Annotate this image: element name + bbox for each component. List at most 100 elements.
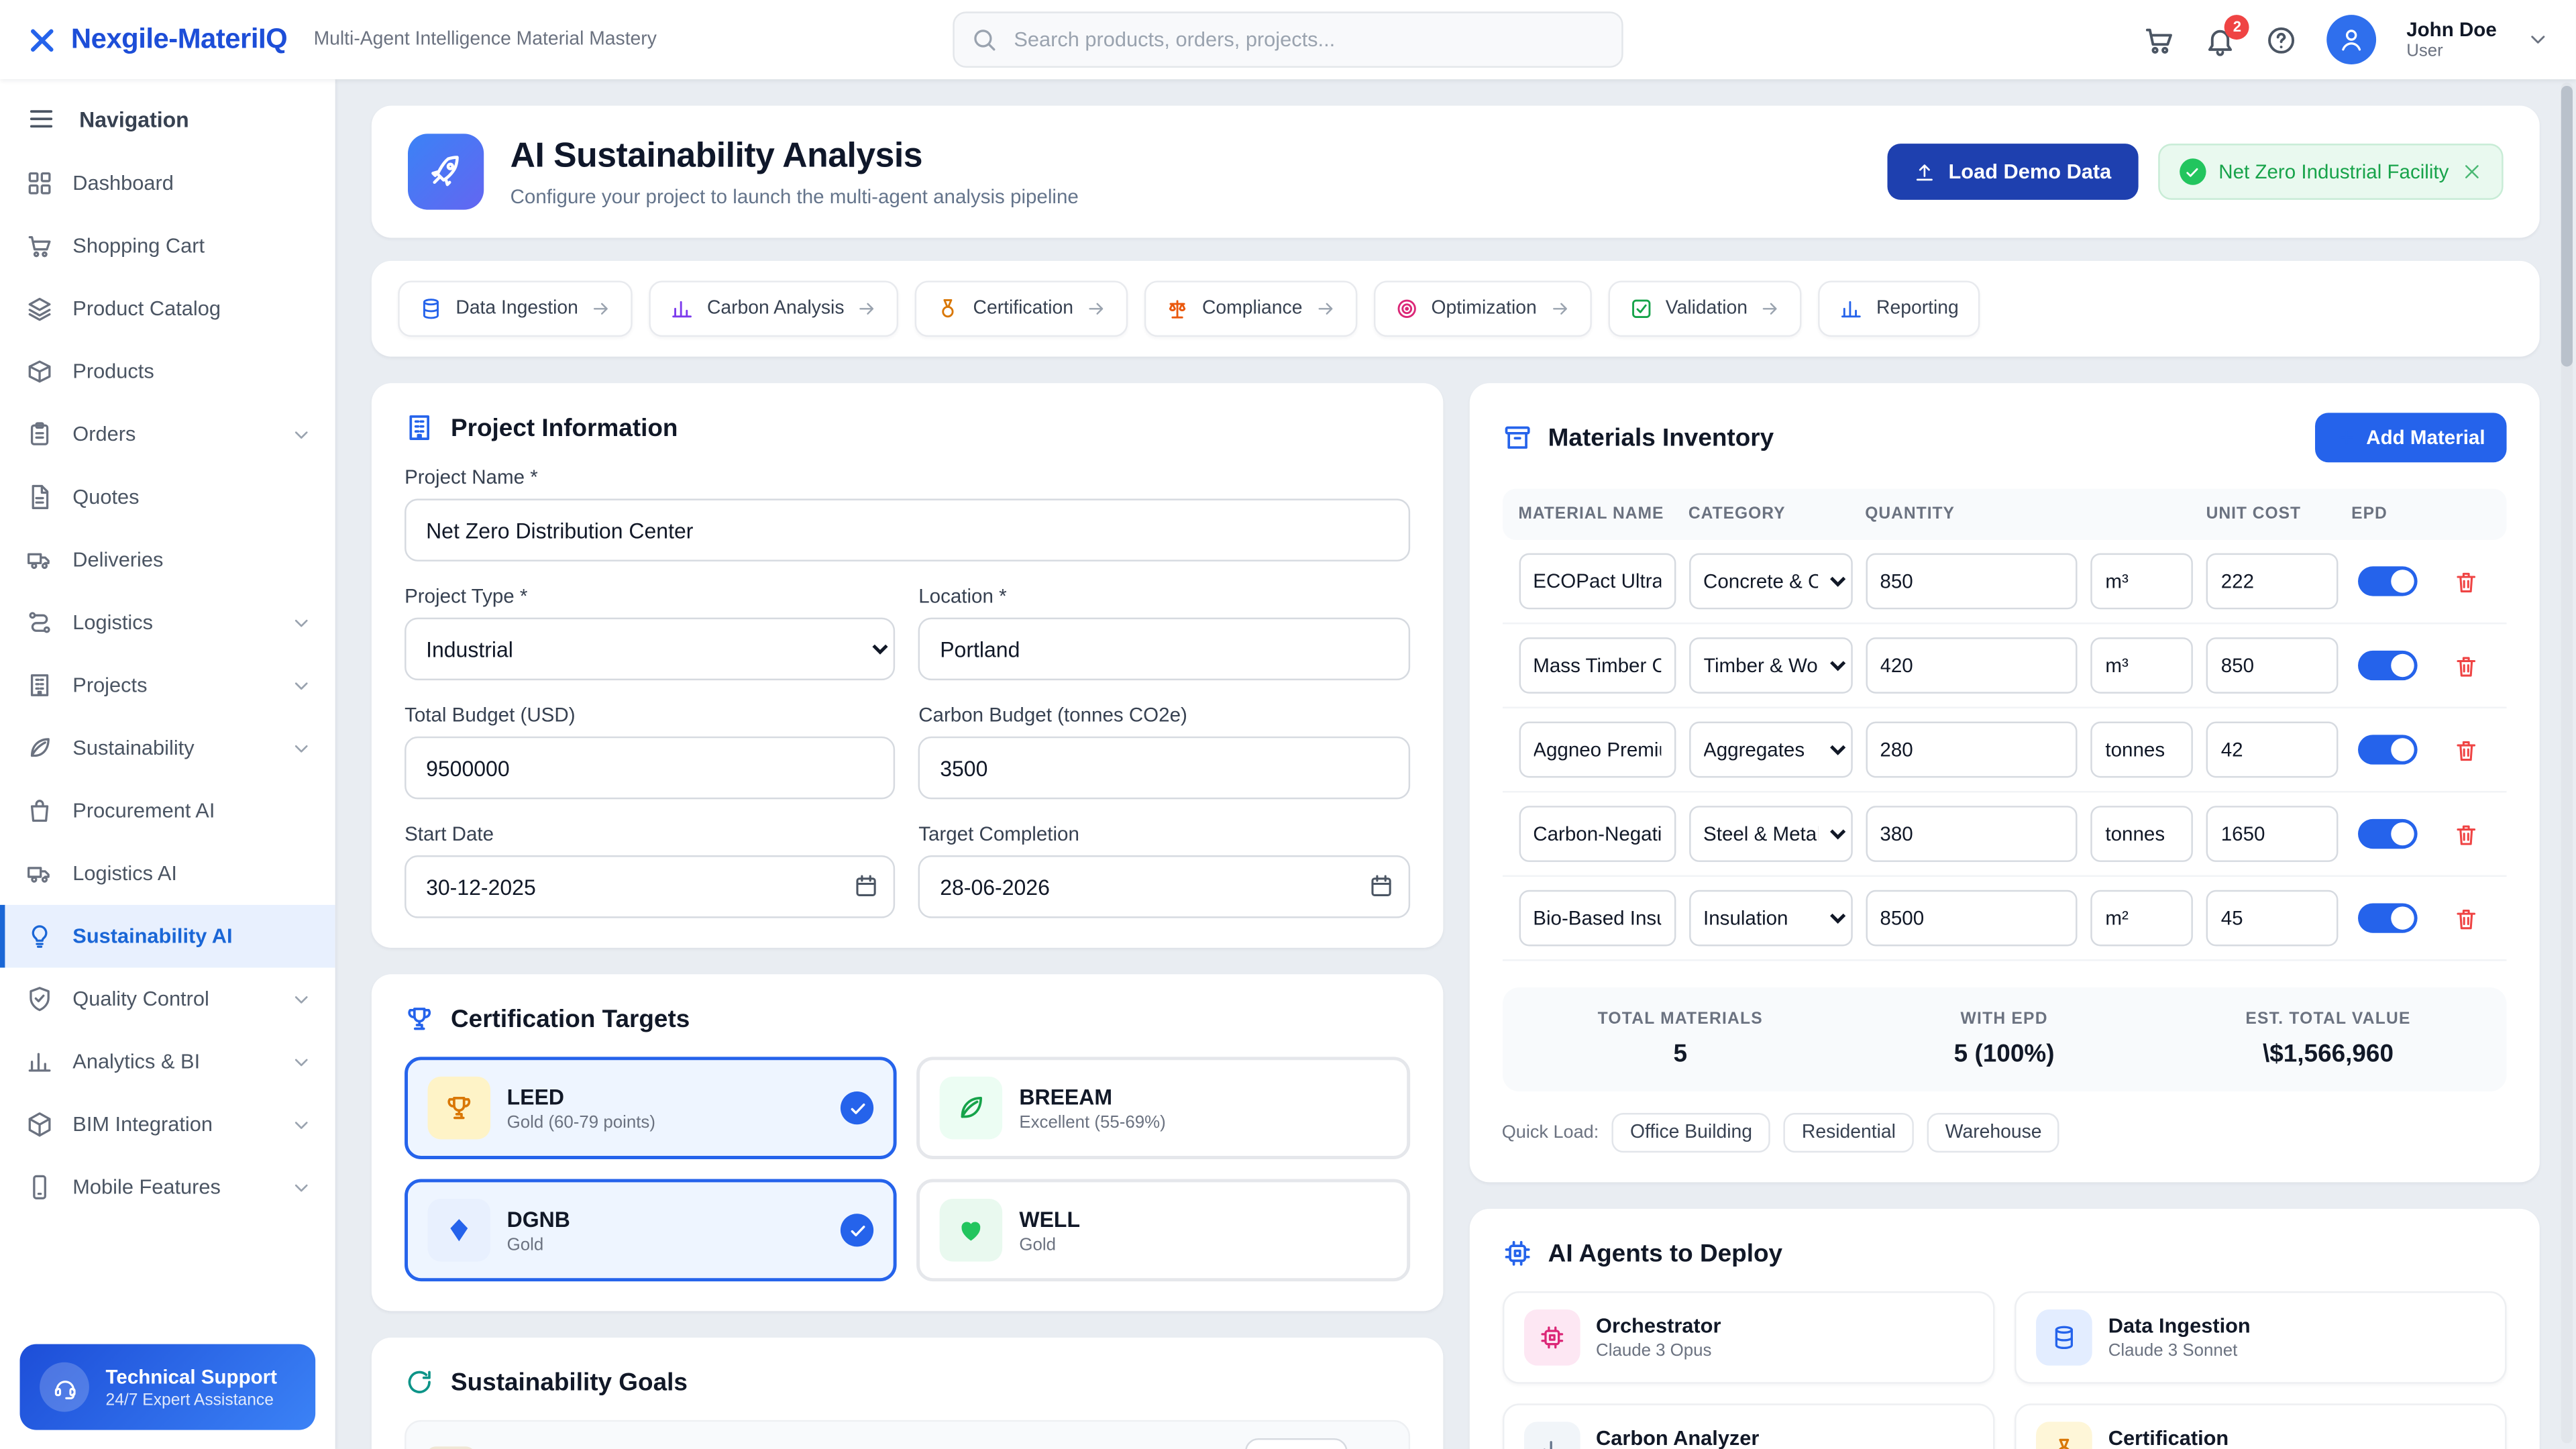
trash-icon[interactable] — [2454, 822, 2479, 847]
sidebar-item-quotes[interactable]: Quotes — [0, 466, 335, 529]
scrollbar-thumb[interactable] — [2561, 86, 2573, 366]
pipeline-step-carbon-analysis[interactable]: Carbon Analysis — [649, 280, 899, 337]
material-quantity-input[interactable] — [1865, 722, 2077, 778]
help-button[interactable] — [2266, 24, 2298, 56]
agent-certification[interactable]: Certification Claude 3 Opus — [2014, 1403, 2506, 1449]
goal-value-input[interactable] — [1245, 1438, 1348, 1449]
epd-toggle[interactable] — [2358, 735, 2418, 764]
material-category-select[interactable]: Aggregates — [1688, 722, 1852, 778]
material-category-select[interactable]: Steel & Metals — [1688, 806, 1852, 862]
material-quantity-input[interactable] — [1865, 553, 2077, 610]
pipeline-step-optimization[interactable]: Optimization — [1373, 280, 1591, 337]
sidebar-item-sustainability-ai[interactable]: Sustainability AI — [0, 905, 335, 968]
quick-load-office-building[interactable]: Office Building — [1612, 1113, 1770, 1152]
sidebar-item-mobile-features[interactable]: Mobile Features — [0, 1156, 335, 1219]
notifications-button[interactable]: 2 — [2205, 24, 2237, 56]
material-name-input[interactable] — [1518, 637, 1675, 694]
user-info[interactable]: John Doe User — [2406, 18, 2497, 62]
load-demo-data-button[interactable]: Load Demo Data — [1887, 144, 2137, 200]
carbon-budget-input[interactable] — [918, 737, 1409, 800]
material-name-input[interactable] — [1518, 722, 1675, 778]
pipeline-step-compliance[interactable]: Compliance — [1144, 280, 1357, 337]
agent-orchestrator[interactable]: Orchestrator Claude 3 Opus — [1502, 1291, 1994, 1384]
project-name-input[interactable] — [405, 498, 1409, 561]
calendar-icon[interactable] — [854, 873, 879, 898]
pipeline-step-validation[interactable]: Validation — [1608, 280, 1803, 337]
add-material-button[interactable]: Add Material — [2315, 413, 2507, 462]
quick-load-residential[interactable]: Residential — [1784, 1113, 1914, 1152]
check-square-icon — [1629, 297, 1652, 320]
sidebar-item-orders[interactable]: Orders — [0, 403, 335, 466]
location-input[interactable] — [918, 618, 1409, 681]
technical-support-card[interactable]: Technical Support 24/7 Expert Assistance — [20, 1344, 316, 1430]
trash-icon[interactable] — [2454, 653, 2479, 678]
cert-option-dgnb[interactable]: DGNB Gold — [405, 1179, 897, 1282]
epd-toggle[interactable] — [2358, 903, 2418, 932]
material-category-select[interactable]: Concrete & Ce — [1688, 553, 1852, 610]
start-date-input[interactable] — [405, 855, 896, 918]
pipeline-step-data-ingestion[interactable]: Data Ingestion — [398, 280, 633, 337]
sidebar-item-shopping-cart[interactable]: Shopping Cart — [0, 215, 335, 278]
material-unit-input[interactable] — [2090, 553, 2193, 610]
menu-icon[interactable] — [26, 104, 56, 133]
material-unitcost-input[interactable] — [2206, 553, 2339, 610]
sidebar-item-projects[interactable]: Projects — [0, 654, 335, 717]
sidebar-item-dashboard[interactable]: Dashboard — [0, 152, 335, 215]
cart-button[interactable] — [2144, 24, 2176, 56]
trash-icon[interactable] — [2454, 737, 2479, 762]
epd-toggle[interactable] — [2358, 819, 2418, 849]
material-unitcost-input[interactable] — [2206, 722, 2339, 778]
sidebar-item-sustainability[interactable]: Sustainability — [0, 716, 335, 780]
close-icon[interactable] — [2462, 162, 2482, 182]
material-category-select[interactable]: Timber & Woo — [1688, 637, 1852, 694]
chevron-down-icon[interactable] — [2526, 28, 2549, 51]
quick-load-warehouse[interactable]: Warehouse — [1927, 1113, 2060, 1152]
search-input[interactable] — [953, 11, 1623, 68]
material-unit-input[interactable] — [2090, 722, 2193, 778]
cert-option-well[interactable]: WELL Gold — [917, 1179, 1409, 1282]
epd-toggle[interactable] — [2358, 566, 2418, 596]
sidebar-item-analytics-bi[interactable]: Analytics & BI — [0, 1030, 335, 1093]
avatar[interactable] — [2327, 15, 2377, 64]
target-completion-input[interactable] — [918, 855, 1409, 918]
material-quantity-input[interactable] — [1865, 806, 2077, 862]
material-unit-input[interactable] — [2090, 806, 2193, 862]
chart-icon — [1523, 1421, 1580, 1449]
material-name-input[interactable] — [1518, 553, 1675, 610]
material-quantity-input[interactable] — [1865, 890, 2077, 947]
cert-option-leed[interactable]: LEED Gold (60-79 points) — [405, 1057, 897, 1159]
material-quantity-input[interactable] — [1865, 637, 2077, 694]
sidebar-item-quality-control[interactable]: Quality Control — [0, 967, 335, 1030]
sidebar-item-deliveries[interactable]: Deliveries — [0, 529, 335, 592]
material-name-input[interactable] — [1518, 890, 1675, 947]
material-unit-input[interactable] — [2090, 890, 2193, 947]
sidebar-item-product-catalog[interactable]: Product Catalog — [0, 278, 335, 341]
material-unit-input[interactable] — [2090, 637, 2193, 694]
trash-icon[interactable] — [2454, 569, 2479, 594]
pipeline-step-reporting[interactable]: Reporting — [1819, 280, 1980, 337]
agent-name: Certification — [2108, 1427, 2229, 1449]
material-unitcost-input[interactable] — [2206, 806, 2339, 862]
app-logo[interactable]: Nexgile-MateriIQ — [26, 23, 287, 56]
sidebar-item-products[interactable]: Products — [0, 340, 335, 403]
pipeline-step-certification[interactable]: Certification — [915, 280, 1128, 337]
support-text: Technical Support 24/7 Expert Assistance — [106, 1364, 277, 1409]
epd-toggle[interactable] — [2358, 651, 2418, 680]
cert-name: LEED — [507, 1084, 655, 1109]
material-unitcost-input[interactable] — [2206, 637, 2339, 694]
trash-icon[interactable] — [2454, 906, 2479, 930]
sidebar-item-bim-integration[interactable]: BIM Integration — [0, 1093, 335, 1157]
total-budget-input[interactable] — [405, 737, 896, 800]
material-name-input[interactable] — [1518, 806, 1675, 862]
sidebar-item-logistics[interactable]: Logistics — [0, 591, 335, 654]
page-scrollbar[interactable] — [2561, 83, 2573, 1443]
sidebar-item-logistics-ai[interactable]: Logistics AI — [0, 842, 335, 905]
material-unitcost-input[interactable] — [2206, 890, 2339, 947]
calendar-icon[interactable] — [1368, 873, 1393, 898]
project-type-select[interactable]: Industrial — [405, 618, 896, 681]
material-category-select[interactable]: Insulation — [1688, 890, 1852, 947]
sidebar-item-procurement-ai[interactable]: Procurement AI — [0, 780, 335, 843]
agent-carbon-analyzer[interactable]: Carbon Analyzer Claude 3 Opus — [1502, 1403, 1994, 1449]
cert-option-breeam[interactable]: BREEAM Excellent (55-69%) — [917, 1057, 1409, 1159]
agent-data-ingestion[interactable]: Data Ingestion Claude 3 Sonnet — [2014, 1291, 2506, 1384]
